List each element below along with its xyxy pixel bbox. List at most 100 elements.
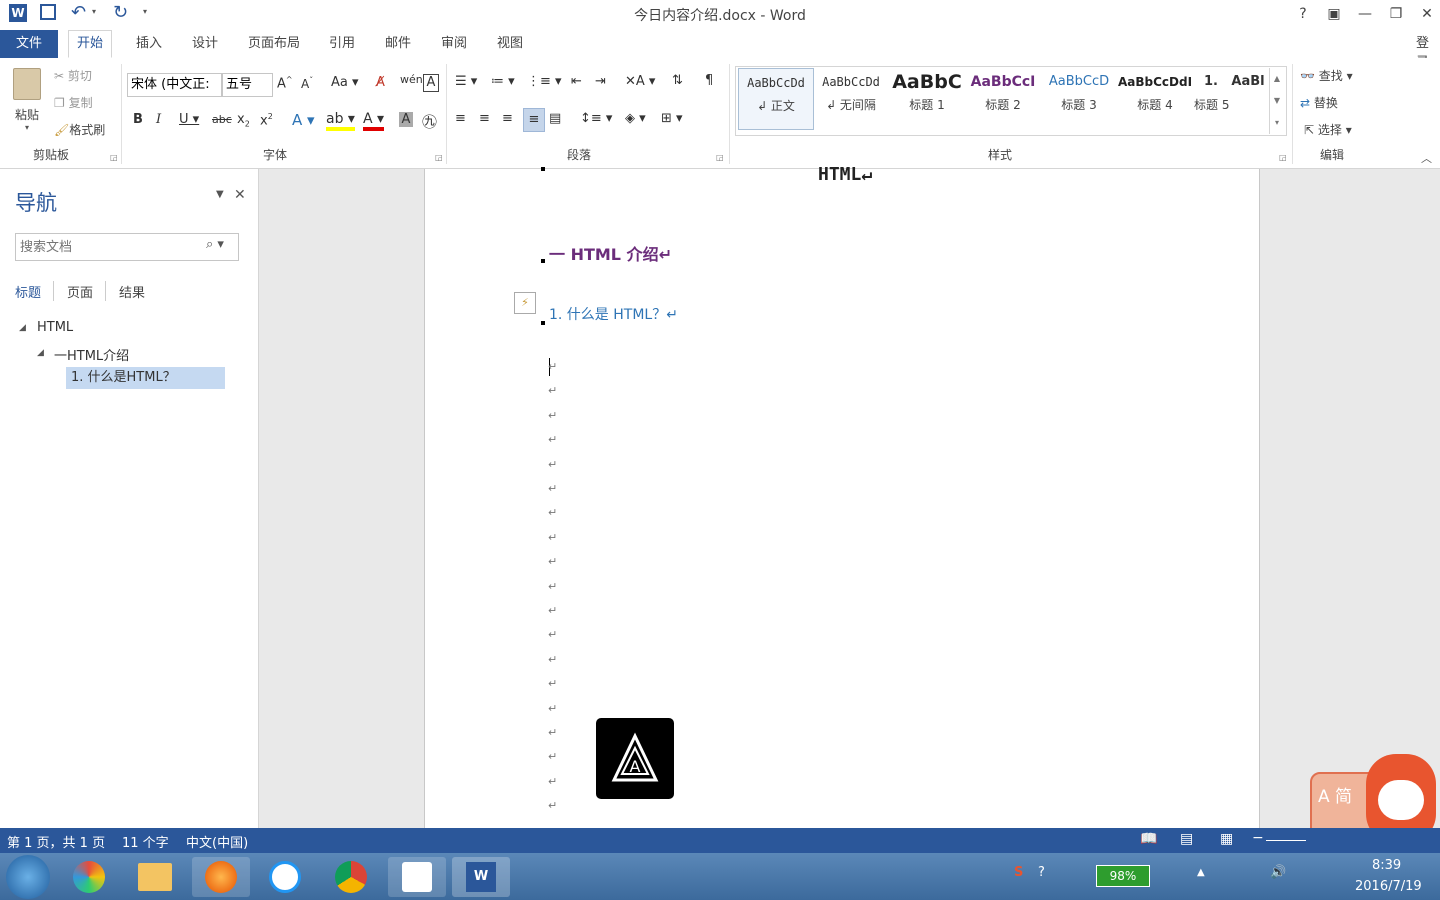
font-launcher-icon[interactable]: ◲ [435,153,443,162]
show-marks-icon[interactable]: ¶ [705,73,713,88]
print-layout-icon[interactable]: ▤ [1180,831,1193,847]
align-right-icon[interactable]: ≡ [502,111,513,126]
close-button[interactable]: ✕ [1416,4,1438,24]
tab-review[interactable]: 审阅 [433,32,475,56]
chinese-layout-icon[interactable]: ✕A ▾ [625,74,655,89]
change-case-icon[interactable]: Aa ▾ [331,75,359,90]
style-normal[interactable]: AaBbCcDd ↲ 正文 [738,68,814,130]
nav-tree-item-intro[interactable]: 一HTML介绍 [54,345,129,364]
bold-icon[interactable]: B [133,112,143,127]
style-heading-4[interactable]: AaBbCcDdI 标题 4 [1118,68,1192,128]
language-indicator[interactable]: 中文(中国) [186,832,248,851]
tab-view[interactable]: 视图 [489,32,531,56]
taskbar-app-firefox[interactable] [192,857,250,897]
nav-close-icon[interactable]: ✕ [234,187,246,203]
start-button[interactable] [6,855,50,899]
bullets-icon[interactable]: ☰ ▾ [455,74,477,89]
decrease-indent-icon[interactable]: ⇤ [571,74,582,89]
clock-date[interactable]: 2016/7/19 [1355,879,1422,894]
superscript-icon[interactable]: x2 [260,112,273,128]
nav-search-input[interactable] [18,235,202,259]
taskbar-app-chrome[interactable] [322,857,380,897]
style-heading-1[interactable]: AaBbC 标题 1 [890,68,964,128]
paragraph-launcher-icon[interactable]: ◲ [716,153,724,162]
minimize-button[interactable]: — [1354,4,1376,24]
collapse-triangle-icon[interactable]: ◢ [37,348,44,358]
font-size-select[interactable]: 五号 [222,73,273,97]
char-border-icon[interactable]: A [423,74,439,92]
strikethrough-icon[interactable]: abc [212,113,232,126]
font-color-icon[interactable]: A ▾ [363,111,385,131]
tab-design[interactable]: 设计 [184,32,226,56]
borders-icon[interactable]: ⊞ ▾ [661,111,683,126]
char-shading-icon[interactable]: A [399,112,413,127]
tab-layout[interactable]: 页面布局 [240,32,308,56]
cut-button[interactable]: ✂ 剪切 [54,67,92,84]
shrink-font-icon[interactable]: Aˇ [301,76,313,91]
taskbar-app-pinwheel[interactable] [60,857,118,897]
paste-button[interactable]: 粘贴 ▾ [8,66,46,138]
taskbar-app-editor[interactable] [388,857,446,897]
tab-file[interactable]: 文件 [0,30,59,58]
battery-indicator[interactable]: 98% [1096,865,1150,887]
italic-icon[interactable]: I [156,112,161,127]
copy-button[interactable]: ❐ 复制 [54,94,93,111]
subscript-icon[interactable]: x2 [237,112,250,129]
shading-icon[interactable]: ◈ ▾ [625,111,646,126]
style-heading-6[interactable]: AaBl [1230,68,1266,128]
taskbar-app-explorer[interactable] [126,857,184,897]
clock-time[interactable]: 8:39 [1372,858,1401,873]
text-effects-icon[interactable]: A ▾ [292,111,315,129]
search-icon[interactable]: ⌕ ▾ [206,237,224,252]
align-center-icon[interactable]: ≡ [479,111,490,126]
floating-app-badge[interactable]: A [596,718,674,799]
style-heading-3[interactable]: AaBbCcD 标题 3 [1042,68,1116,128]
styles-launcher-icon[interactable]: ◲ [1279,153,1287,162]
zoom-out-icon[interactable]: − [1252,830,1264,846]
highlight-icon[interactable]: ab ▾ [326,111,355,131]
select-button[interactable]: ⇱ 选择 ▾ [1304,121,1352,138]
nav-tree-item-what[interactable]: 1. 什么是HTML？ [66,367,225,389]
sort-icon[interactable]: ⇅ [672,73,683,88]
nav-tab-results[interactable]: 结果 [119,282,145,301]
style-heading-5[interactable]: 1. 标题 5 [1194,68,1229,128]
font-family-select[interactable]: 宋体 (中文正: [127,73,222,97]
nav-tree-item-html[interactable]: HTML [37,320,73,335]
clear-formatting-icon[interactable]: A̸ [376,75,385,90]
doc-heading-html[interactable]: HTML↵ [818,164,872,185]
sogou-icon[interactable]: S [1014,865,1023,880]
grow-font-icon[interactable]: A^ [277,75,293,91]
tab-insert[interactable]: 插入 [128,32,170,56]
increase-indent-icon[interactable]: ⇥ [595,74,606,89]
phonetic-guide-icon[interactable]: wén [400,73,423,86]
clipboard-launcher-icon[interactable]: ◲ [110,153,118,162]
tab-mailings[interactable]: 邮件 [377,32,419,56]
line-spacing-icon[interactable]: ↕≡ ▾ [580,111,612,126]
underline-icon[interactable]: U ▾ [179,112,199,127]
doc-heading-intro[interactable]: 一 HTML 介绍↵ [549,241,672,265]
autocorrect-options-icon[interactable]: ⚡ [514,292,536,314]
justify-icon[interactable]: ≡ [523,108,545,132]
style-heading-2[interactable]: AaBbCcI 标题 2 [966,68,1040,128]
replace-button[interactable]: ⇄ 替换 [1300,94,1338,111]
collapse-ribbon-icon[interactable]: ︿ [1421,150,1432,166]
word-count[interactable]: 11 个字 [122,832,169,851]
volume-icon[interactable]: 🔊 [1270,865,1286,880]
style-no-spacing[interactable]: AaBbCcDd ↲ 无间隔 [814,68,888,128]
zoom-slider[interactable] [1266,840,1306,841]
taskbar-app-word[interactable]: W [452,857,510,897]
collapse-triangle-icon[interactable]: ◢ [19,323,26,333]
page-count[interactable]: 第 1 页，共 1 页 [7,832,105,851]
nav-search-box[interactable]: ⌕ ▾ [15,233,239,261]
ribbon-display-options-button[interactable]: ▣ [1323,4,1345,24]
styles-scroll[interactable]: ▲ ▼ ▾ [1269,68,1284,134]
enclose-char-icon[interactable]: ㊈ [422,111,437,132]
tab-references[interactable]: 引用 [321,32,363,56]
taskbar-app-player[interactable] [256,857,314,897]
nav-tab-pages[interactable]: 页面 [67,282,93,301]
numbering-icon[interactable]: ≔ ▾ [491,74,515,89]
read-mode-icon[interactable]: 📖 [1140,831,1157,847]
format-painter-button[interactable]: 🖌格式刷 [54,121,105,138]
doc-heading-what[interactable]: 1. 什么是 HTML？↵ [549,304,678,324]
help-button[interactable]: ? [1292,4,1314,24]
